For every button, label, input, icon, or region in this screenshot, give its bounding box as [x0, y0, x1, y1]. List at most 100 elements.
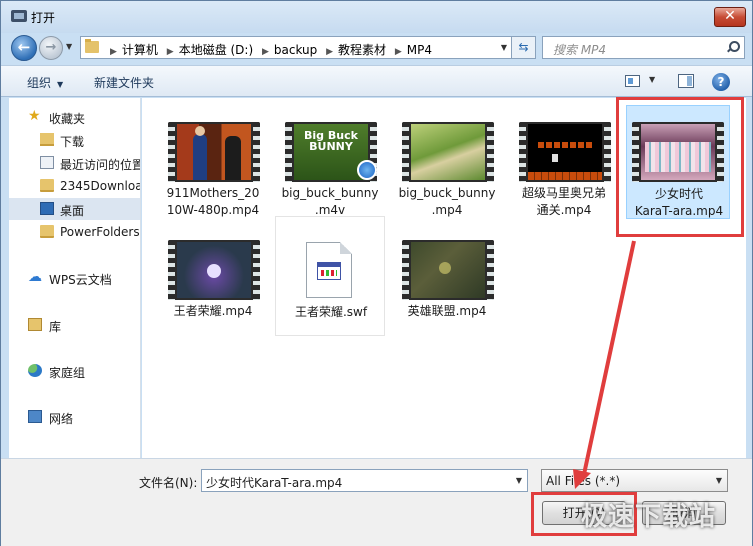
- breadcrumb-item[interactable]: 教程素材: [338, 43, 386, 57]
- breadcrumb-chevron-icon[interactable]: ▶: [110, 47, 117, 57]
- sidebar-item-downloads[interactable]: 下载: [9, 129, 140, 151]
- filename-label: 文件名(N):: [139, 476, 198, 490]
- organize-label: 组织: [27, 76, 52, 90]
- file-name: 超级马里奥兄弟 通关.mp4: [521, 186, 606, 217]
- navigation-pane: ★ 收藏夹 下载 最近访问的位置 2345Downloa 桌面 PowerFol…: [9, 98, 141, 458]
- video-thumbnail: [519, 122, 611, 182]
- sidebar-item-wps-cloud[interactable]: ☁ WPS云文档: [9, 267, 140, 289]
- video-thumbnail: [168, 122, 260, 182]
- video-thumbnail: [402, 122, 494, 182]
- thumbnail-image: [411, 124, 485, 180]
- folder-download-icon: [40, 133, 54, 146]
- preview-pane-icon[interactable]: [678, 74, 694, 88]
- file-name: 王者荣耀.swf: [294, 305, 368, 319]
- video-thumbnail: [402, 240, 494, 300]
- address-bar[interactable]: ▶ 计算机 ▶ 本地磁盘 (D:) ▶ backup ▶ 教程素材 ▶ MP4 ▼: [80, 36, 512, 59]
- organize-button[interactable]: 组织 ▼: [27, 74, 63, 91]
- sidebar-item-homegroup[interactable]: 家庭组: [9, 360, 140, 382]
- search-icon: [726, 41, 740, 53]
- file-tile[interactable]: Big Buck BUNNY big_buck_bunny .m4v: [275, 98, 385, 218]
- app-window-icon: [317, 262, 341, 280]
- file-name: 911Mothers_20 10W-480p.mp4: [166, 186, 260, 217]
- breadcrumb-item[interactable]: backup: [274, 43, 317, 57]
- homegroup-icon: [28, 364, 42, 377]
- file-name: big_buck_bunny .mp4: [398, 186, 496, 217]
- refresh-icon: ⇆: [518, 40, 529, 54]
- breadcrumb-item[interactable]: 本地磁盘 (D:): [179, 43, 253, 57]
- breadcrumb-item[interactable]: MP4: [407, 43, 432, 57]
- breadcrumb-chevron-icon[interactable]: ▶: [167, 47, 174, 57]
- file-name: 王者荣耀.mp4: [173, 304, 253, 318]
- sidebar-item-label: 最近访问的位置: [60, 158, 141, 172]
- file-tile[interactable]: 英雄联盟.mp4: [392, 216, 502, 336]
- folder-icon: [85, 39, 99, 53]
- sidebar-item-label: 桌面: [60, 204, 85, 218]
- sidebar-item-label: 2345Downloa: [60, 179, 141, 193]
- filename-input[interactable]: 少女时代KaraT-ara.mp4 ▼: [201, 469, 528, 492]
- library-icon: [28, 318, 42, 331]
- breadcrumb: ▶ 计算机 ▶ 本地磁盘 (D:) ▶ backup ▶ 教程素材 ▶ MP4: [105, 41, 432, 58]
- back-button[interactable]: ←: [11, 35, 37, 61]
- file-tile[interactable]: 王者荣耀.swf: [275, 216, 385, 336]
- media-player-icon: [357, 160, 377, 180]
- thumbnail-image: [177, 242, 251, 298]
- thumbnail-image: [528, 124, 602, 180]
- sidebar-item-libraries[interactable]: 库: [9, 314, 140, 336]
- file-tile[interactable]: 王者荣耀.mp4: [158, 216, 268, 336]
- sidebar-item-favorites[interactable]: ★ 收藏夹: [9, 106, 140, 128]
- file-name: big_buck_bunny .m4v: [281, 186, 379, 217]
- star-icon: ★: [28, 108, 41, 124]
- breadcrumb-chevron-icon[interactable]: ▶: [262, 47, 269, 57]
- app-icon: [11, 10, 27, 22]
- open-file-dialog: 打开 ✕ ← → ▼ ▶ 计算机 ▶ 本地磁盘 (D:) ▶ backup ▶ 教程素材…: [0, 0, 753, 546]
- network-icon: [28, 410, 42, 423]
- folder-icon: [40, 179, 54, 192]
- new-folder-button[interactable]: 新建文件夹: [94, 74, 154, 91]
- view-dropdown-icon[interactable]: ▼: [649, 75, 655, 84]
- breadcrumb-chevron-icon[interactable]: ▶: [326, 47, 333, 57]
- highlight-annotation: [616, 97, 744, 237]
- cloud-icon: ☁: [28, 269, 42, 285]
- file-tile[interactable]: 超级马里奥兄弟 通关.mp4: [509, 98, 619, 218]
- sidebar-item-label: 库: [49, 320, 62, 334]
- chevron-down-icon[interactable]: ▼: [516, 476, 522, 485]
- sidebar-item-desktop[interactable]: 桌面: [9, 198, 140, 220]
- chevron-down-icon: ▼: [715, 476, 722, 485]
- desktop-icon: [40, 202, 54, 215]
- sidebar-item-label: 网络: [49, 412, 74, 426]
- file-tile[interactable]: big_buck_bunny .mp4: [392, 98, 502, 218]
- search-placeholder: 搜索 MP4: [553, 43, 607, 57]
- sidebar-item-label: WPS云文档: [49, 273, 112, 287]
- video-thumbnail: [168, 240, 260, 300]
- close-button[interactable]: ✕: [714, 7, 746, 27]
- file-tile[interactable]: 911Mothers_20 10W-480p.mp4: [158, 98, 268, 218]
- file-list: 911Mothers_20 10W-480p.mp4 Big Buck BUNNY…: [142, 97, 746, 458]
- thumbnail-title: Big Buck BUNNY: [304, 129, 358, 153]
- filetype-select[interactable]: All Files (*.*) ▼: [541, 469, 728, 492]
- sidebar-item-network[interactable]: 网络: [9, 406, 140, 428]
- breadcrumb-item[interactable]: 计算机: [122, 43, 158, 57]
- history-dropdown-icon[interactable]: ▼: [66, 42, 76, 52]
- refresh-button[interactable]: ⇆: [512, 36, 536, 59]
- chevron-down-icon: ▼: [57, 80, 64, 89]
- filetype-value: All Files (*.*): [546, 474, 621, 488]
- sidebar-item-label: 下载: [60, 135, 85, 149]
- sidebar-item-2345downloads[interactable]: 2345Downloa: [9, 175, 141, 197]
- forward-arrow-icon: →: [45, 40, 57, 55]
- address-dropdown-icon[interactable]: ▼: [501, 43, 507, 52]
- sidebar-item-label: 收藏夹: [49, 112, 86, 126]
- folder-icon: [40, 225, 54, 238]
- sidebar-item-recent-places[interactable]: 最近访问的位置: [9, 152, 141, 174]
- recent-places-icon: [40, 156, 54, 169]
- breadcrumb-chevron-icon[interactable]: ▶: [395, 47, 402, 57]
- forward-button[interactable]: →: [39, 36, 63, 60]
- search-input[interactable]: 搜索 MP4: [542, 36, 745, 59]
- help-icon[interactable]: ?: [712, 73, 730, 91]
- file-name: 英雄联盟.mp4: [407, 304, 487, 318]
- window-title: 打开: [31, 11, 56, 25]
- command-toolbar: 组织 ▼ 新建文件夹 ▼ ?: [1, 65, 752, 97]
- back-arrow-icon: ←: [17, 38, 31, 56]
- sidebar-item-powerfolders[interactable]: PowerFolders: [9, 221, 140, 243]
- change-view-icon[interactable]: [625, 75, 640, 87]
- swf-file-icon: [306, 242, 352, 298]
